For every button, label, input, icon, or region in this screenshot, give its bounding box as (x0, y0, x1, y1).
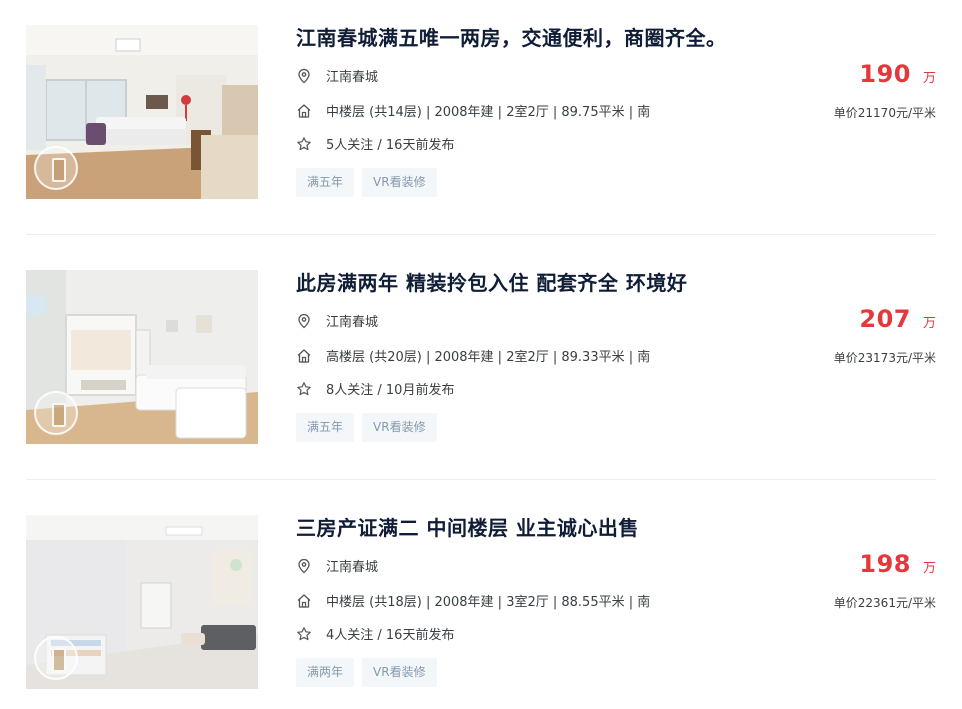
total-price-unit: 万 (922, 316, 936, 331)
house-icon (296, 103, 312, 119)
star-icon (296, 381, 312, 397)
unit-price: 单价21170元/平米 (833, 106, 936, 120)
total-price-unit: 万 (922, 561, 936, 576)
tag-list: 满两年 VR看装修 (296, 658, 437, 687)
listing-card: 三房产证满二 中间楼层 业主诚心出售 江南春城 中楼层 (共18层) | 200… (26, 490, 936, 709)
total-price: 198 万 (859, 550, 936, 578)
tag: VR看装修 (362, 413, 437, 442)
follow-info-text: 5人关注 / 16天前发布 (326, 138, 455, 153)
listing-card: 江南春城满五唯一两房，交通便利，商圈齐全。 江南春城 中楼层 (共14层) | … (26, 0, 936, 245)
location-pin-icon (296, 558, 312, 574)
tag-list: 满五年 VR看装修 (296, 413, 437, 442)
location-row: 江南春城 (296, 66, 378, 85)
listing-photo[interactable] (26, 515, 258, 689)
divider (26, 479, 936, 480)
tag: 满五年 (296, 168, 355, 197)
listing-photo[interactable] (26, 270, 258, 444)
listing-title[interactable]: 江南春城满五唯一两房，交通便利，商圈齐全。 (296, 22, 727, 51)
total-price-value: 207 (859, 305, 911, 333)
location-row: 江南春城 (296, 311, 378, 330)
total-price-unit: 万 (922, 71, 936, 86)
follow-info-text: 8人关注 / 10月前发布 (326, 383, 455, 398)
community-link[interactable]: 江南春城 (326, 311, 378, 330)
vr-badge-icon[interactable] (34, 636, 78, 680)
unit-price: 单价22361元/平米 (833, 596, 936, 610)
location-pin-icon (296, 313, 312, 329)
divider (26, 234, 936, 235)
listing-title[interactable]: 三房产证满二 中间楼层 业主诚心出售 (296, 512, 639, 541)
vr-badge-icon[interactable] (34, 391, 78, 435)
tag-list: 满五年 VR看装修 (296, 168, 437, 197)
listing-title[interactable]: 此房满两年 精装拎包入住 配套齐全 环境好 (296, 267, 687, 296)
listing-card: 此房满两年 精装拎包入住 配套齐全 环境好 江南春城 高楼层 (共20层) | … (26, 245, 936, 490)
location-pin-icon (296, 68, 312, 84)
vr-badge-icon[interactable] (34, 146, 78, 190)
follow-info-text: 4人关注 / 16天前发布 (326, 628, 455, 643)
star-icon (296, 626, 312, 642)
tag: 满两年 (296, 658, 355, 687)
house-info-row: 中楼层 (共18层) | 2008年建 | 3室2厅 | 88.55平米 | 南 (296, 591, 650, 610)
total-price-value: 190 (859, 60, 911, 88)
tag: 满五年 (296, 413, 355, 442)
house-info-row: 高楼层 (共20层) | 2008年建 | 2室2厅 | 89.33平米 | 南 (296, 346, 650, 365)
community-link[interactable]: 江南春城 (326, 66, 378, 85)
location-row: 江南春城 (296, 556, 378, 575)
house-info-text: 中楼层 (共14层) | 2008年建 | 2室2厅 | 89.75平米 | 南 (326, 105, 651, 120)
follow-row: 4人关注 / 16天前发布 (296, 624, 454, 643)
house-info-text: 中楼层 (共18层) | 2008年建 | 3室2厅 | 88.55平米 | 南 (326, 595, 651, 610)
tag: VR看装修 (362, 168, 437, 197)
total-price-value: 198 (859, 550, 911, 578)
total-price: 190 万 (859, 60, 936, 88)
follow-row: 8人关注 / 10月前发布 (296, 379, 454, 398)
follow-row: 5人关注 / 16天前发布 (296, 134, 454, 153)
house-info-row: 中楼层 (共14层) | 2008年建 | 2室2厅 | 89.75平米 | 南 (296, 101, 650, 120)
listing-photo[interactable] (26, 25, 258, 199)
house-icon (296, 593, 312, 609)
house-icon (296, 348, 312, 364)
tag: VR看装修 (362, 658, 437, 687)
total-price: 207 万 (859, 305, 936, 333)
community-link[interactable]: 江南春城 (326, 556, 378, 575)
house-info-text: 高楼层 (共20层) | 2008年建 | 2室2厅 | 89.33平米 | 南 (326, 350, 651, 365)
star-icon (296, 136, 312, 152)
unit-price: 单价23173元/平米 (833, 351, 936, 365)
